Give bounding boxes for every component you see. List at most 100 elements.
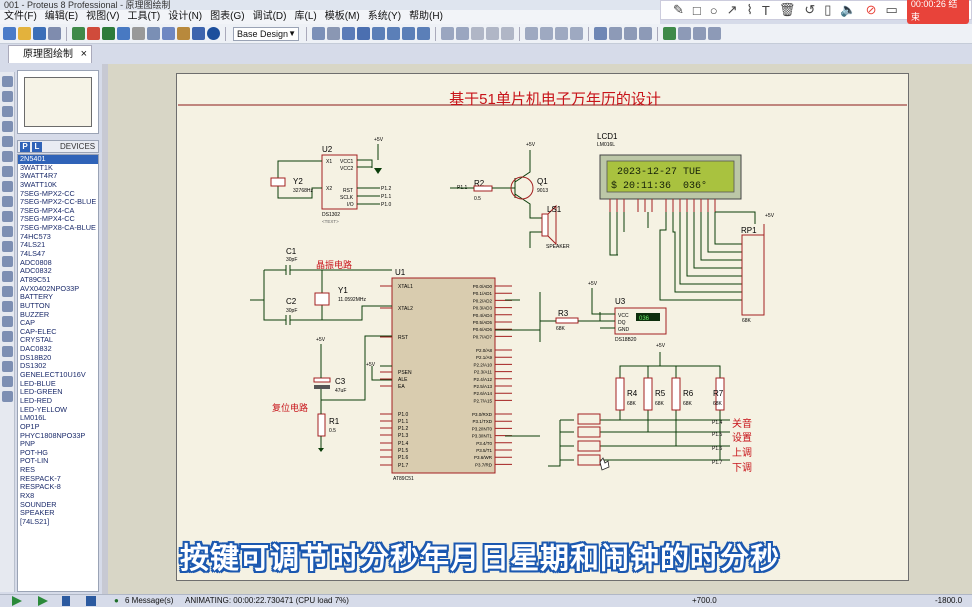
coord-y: -1800.0	[935, 596, 963, 605]
crystal-circuit-label: 晶振电路	[316, 259, 352, 270]
u1-pin-right: P2.5/A13	[473, 384, 492, 389]
u1-pin-right: P2.7/A15	[473, 398, 492, 403]
r3-body	[555, 317, 579, 324]
u1-pin-left: RST	[398, 335, 408, 341]
pullup-vcc: +5V	[656, 343, 666, 349]
status-bar: ● 6 Message(s) ANIMATING: 00:00:22.73047…	[0, 594, 972, 607]
play-icon[interactable]	[12, 596, 22, 606]
u1-pin-right: P0.4/AD4	[473, 313, 493, 318]
u1-pin-left: PSEN	[398, 370, 412, 376]
u1-pin-right: P3.3/INT1	[472, 434, 493, 439]
r4-label: R4	[627, 389, 638, 398]
u1-pin-right: P3.7/RD	[475, 462, 493, 467]
u3-pin-vcc: VCC	[618, 313, 629, 319]
button-down[interactable]	[577, 454, 601, 466]
y2-label: Y2	[293, 177, 303, 186]
button-mute[interactable]	[577, 413, 601, 425]
r1-body	[317, 413, 326, 437]
u1-pin-left: P1.1	[398, 419, 409, 425]
r3-label: R3	[558, 309, 569, 318]
stop-icon[interactable]	[86, 596, 96, 606]
step-icon[interactable]	[38, 596, 48, 606]
rp1-body	[741, 234, 765, 316]
lcd-line-1: 2023-12-27 TUE	[617, 167, 701, 178]
q1-part: 9013	[537, 188, 548, 194]
u2-pin-rst: RST	[343, 188, 353, 194]
r5-value: 68K	[655, 401, 665, 407]
lcd-line-2: $ 20:11:36 036°	[611, 180, 707, 192]
u1-pin-left: P1.6	[398, 455, 409, 461]
pause-icon[interactable]	[62, 596, 70, 606]
u1-pin-right: P0.6/AD6	[473, 327, 493, 332]
u1-pin-right: P2.3/A11	[474, 370, 493, 375]
u1-pin-right: P3.1/TXD	[472, 419, 492, 424]
coord-x: +700.0	[692, 596, 717, 605]
u1-pin-right: P0.3/AD3	[473, 306, 493, 311]
u1-pin-right: P0.1/AD1	[473, 291, 493, 296]
q1-vcc: +5V	[526, 142, 536, 148]
animation-status: ANIMATING: 00:00:22.730471 (CPU load 7%)	[185, 596, 349, 605]
u1-pin-right: P2.6/A14	[473, 391, 492, 396]
u1-pin-left: P1.4	[398, 441, 409, 447]
u1-pin-right: P0.7/AD7	[473, 334, 493, 339]
ls1-part: SPEAKER	[546, 244, 570, 250]
u1-pin-left: P1.3	[398, 433, 409, 439]
schematic-title: 基于51单片机电子万年历的设计	[449, 91, 661, 108]
r3-value: 68K	[556, 326, 566, 332]
button-port-p17: P1.7	[712, 460, 723, 466]
u3-reading: 036	[639, 316, 650, 322]
reset-vcc: +5V	[316, 337, 326, 343]
u3-label: U3	[615, 297, 626, 306]
r1-value: 0.5	[329, 428, 336, 434]
c3-plate	[314, 385, 330, 389]
u1-pin-right: P0.0/AD0	[473, 284, 493, 289]
c2-label: C2	[286, 297, 297, 306]
message-icon: ●	[114, 596, 119, 605]
u2-pin-vcc1: VCC1	[340, 159, 354, 165]
rp1-label: RP1	[741, 226, 757, 235]
button-setting[interactable]	[577, 426, 601, 438]
u1-pin-right: P0.2/AD2	[473, 298, 493, 303]
u1-pin-right: P3.6/WR	[474, 455, 493, 460]
u1-pin-left: XTAL1	[398, 284, 413, 290]
u1-pin-left: P1.5	[398, 448, 409, 454]
button-label-up: 上调	[732, 447, 752, 459]
c3-label: C3	[335, 377, 346, 386]
r6-value: 68K	[683, 401, 693, 407]
u2-port-p11: P1.1	[381, 194, 392, 200]
button-up[interactable]	[577, 440, 601, 452]
y2-crystal	[270, 177, 286, 187]
u2-pin-sclk: SCLK	[340, 195, 354, 201]
r6-label: R6	[683, 389, 694, 398]
u2-pin-x1: X1	[326, 159, 332, 165]
u1-pin-right: P3.5/T1	[476, 448, 492, 453]
y1-crystal	[314, 292, 330, 306]
button-label-mute: 关音	[732, 417, 752, 430]
u1-pin-left: ALE	[398, 377, 408, 383]
u1-part: AT89C51	[393, 476, 414, 482]
q1-label: Q1	[537, 177, 548, 186]
reset-circuit-label: 复位电路	[272, 402, 308, 413]
u2-pin-x2: X2	[326, 186, 332, 192]
c2-value: 30pF	[286, 308, 297, 314]
u1-pin-left: EA	[398, 384, 405, 390]
u2-pin-vcc2: VCC2	[340, 166, 354, 172]
r2-value: 0.5	[474, 196, 481, 202]
video-caption: 按键可调节时分秒年月日星期和闹钟的时分秒	[180, 541, 781, 575]
u1-pin-right: P3.0/RXD	[472, 412, 493, 417]
ea-vcc: +5V	[366, 362, 376, 368]
ls1-body	[541, 213, 549, 237]
y2-freq: 32768Hz	[293, 188, 314, 194]
u2-part: DS1302	[322, 212, 340, 218]
u1-pin-right: P2.1/A9	[476, 355, 493, 360]
u3-pin-gnd: GND	[618, 327, 630, 333]
lcd-part: LM016L	[597, 142, 615, 148]
lcd-ref: LCD1	[597, 132, 618, 141]
button-port-p14: P1.4	[712, 420, 723, 426]
u1-pin-right: P2.4/A12	[473, 377, 492, 382]
button-label-down: 下调	[732, 462, 752, 474]
c1-value: 30pF	[286, 257, 297, 263]
button-label-setting: 设置	[732, 432, 752, 444]
u2-port-p12: P1.2	[381, 186, 392, 192]
message-count[interactable]: 6 Message(s)	[125, 595, 173, 607]
